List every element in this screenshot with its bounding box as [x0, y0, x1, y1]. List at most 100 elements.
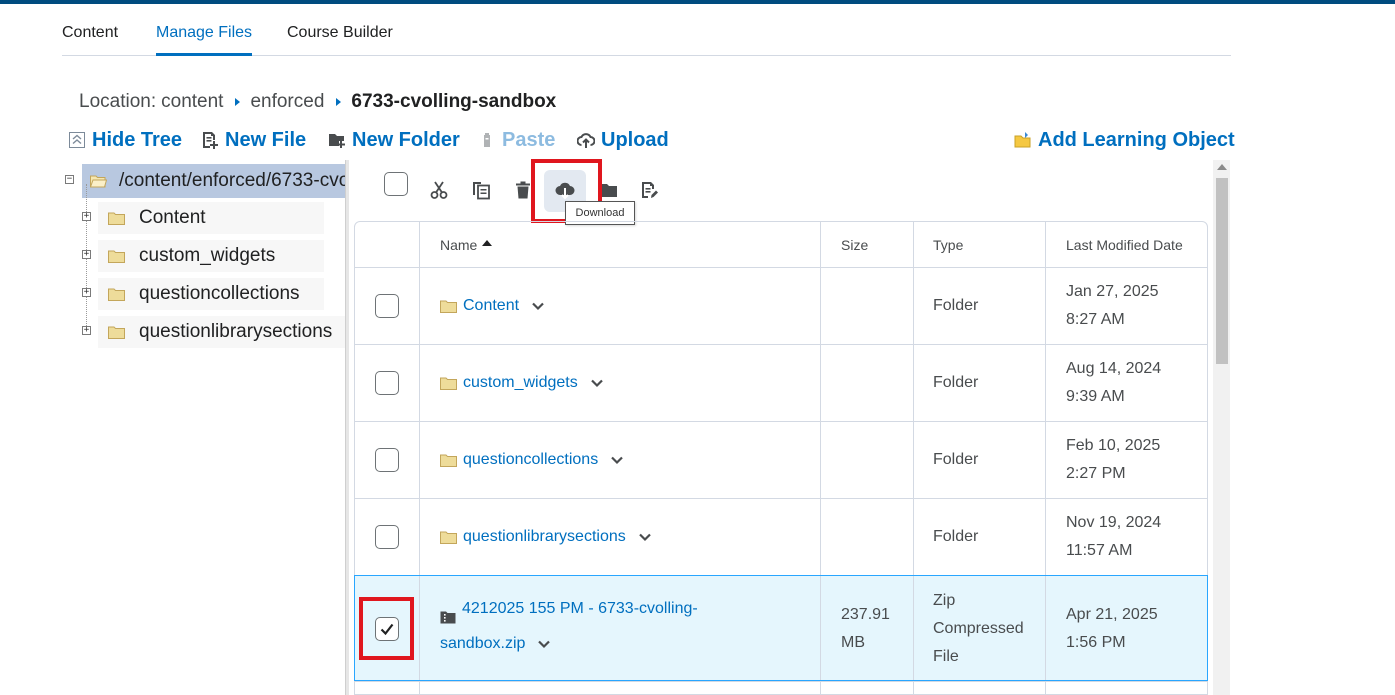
- file-type: Folder: [914, 268, 1046, 344]
- expand-node-icon[interactable]: +: [82, 326, 91, 335]
- table-row: questionlibrarysections Folder Nov 19, 2…: [355, 499, 1207, 576]
- column-header-type[interactable]: Type: [914, 222, 1046, 267]
- table-row: Content Folder Jan 27, 2025 8:27 AM: [355, 268, 1207, 345]
- collapse-node-icon[interactable]: −: [65, 175, 74, 184]
- row-checkbox[interactable]: [375, 448, 399, 472]
- expand-node-icon[interactable]: +: [82, 212, 91, 221]
- file-name-link[interactable]: questionlibrarysections: [463, 528, 626, 546]
- modified-date: Aug 14, 2024 9:39 AM: [1066, 360, 1162, 405]
- checkmark-icon: [380, 623, 394, 635]
- add-learning-object-button[interactable]: Add Learning Object: [1014, 127, 1235, 153]
- file-type: Folder: [914, 422, 1046, 498]
- delete-button[interactable]: [511, 176, 535, 204]
- tree-item-questionlibrarysections[interactable]: questionlibrarysections: [98, 316, 348, 348]
- paste-icon: [478, 131, 496, 149]
- column-header-modified[interactable]: Last Modified Date: [1046, 222, 1207, 267]
- breadcrumb-enforced[interactable]: enforced: [250, 91, 324, 113]
- folder-icon: [108, 250, 125, 263]
- scrollbar-thumb[interactable]: [1216, 178, 1228, 364]
- new-folder-button[interactable]: New Folder: [328, 127, 460, 153]
- top-brand-bar: [0, 0, 1395, 4]
- column-header-size[interactable]: Size: [821, 222, 914, 267]
- tree-item-label: custom_widgets: [139, 245, 276, 266]
- move-button[interactable]: [597, 176, 621, 204]
- row-checkbox[interactable]: [375, 525, 399, 549]
- new-folder-icon: [328, 131, 346, 149]
- tree-root-node[interactable]: /content/enforced/6733-cvolling-sandbox: [82, 164, 348, 198]
- download-icon: [555, 182, 575, 200]
- row-checkbox[interactable]: [375, 294, 399, 318]
- table-row: custom_widgets Folder Aug 14, 2024 9:39 A…: [355, 345, 1207, 422]
- tab-content[interactable]: Content: [62, 24, 118, 42]
- row-checkbox-checked[interactable]: [375, 616, 399, 641]
- hide-tree-button[interactable]: Hide Tree: [68, 127, 182, 153]
- tree-item-custom-widgets[interactable]: custom_widgets: [98, 240, 324, 272]
- file-size: [821, 422, 914, 498]
- upload-label: Upload: [601, 128, 669, 151]
- modified-date: Nov 19, 2024 11:57 AM: [1066, 514, 1162, 559]
- file-size: [821, 345, 914, 421]
- paste-button[interactable]: Paste: [478, 127, 555, 153]
- upload-cloud-icon: [577, 131, 595, 149]
- chevron-down-icon[interactable]: [638, 530, 652, 544]
- folder-icon: [440, 377, 457, 390]
- copy-button[interactable]: [469, 176, 493, 204]
- delete-icon: [516, 181, 530, 199]
- file-size: [821, 268, 914, 344]
- new-file-label: New File: [225, 128, 307, 151]
- file-type: Folder: [914, 345, 1046, 421]
- move-folder-icon: [601, 184, 617, 197]
- breadcrumb-separator-icon: [336, 98, 342, 106]
- upload-button[interactable]: Upload: [577, 127, 669, 153]
- file-name-link[interactable]: custom_widgets: [463, 374, 578, 392]
- cut-icon: [430, 181, 448, 199]
- zip-file-icon: [440, 603, 456, 623]
- chevron-down-icon[interactable]: [590, 376, 604, 390]
- open-folder-icon: [90, 175, 107, 188]
- new-file-button[interactable]: New File: [201, 127, 306, 153]
- column-header-name[interactable]: Name: [420, 222, 821, 267]
- tree-item-questioncollections[interactable]: questioncollections: [98, 278, 324, 310]
- expand-node-icon[interactable]: +: [82, 288, 91, 297]
- file-type: Folder: [914, 499, 1046, 575]
- select-all-checkbox[interactable]: [384, 172, 408, 196]
- file-name-link[interactable]: 4212025 155 PM - 6733-cvolling-: [462, 592, 698, 626]
- tree-item-content[interactable]: Content: [98, 202, 324, 234]
- files-table: Name Size Type Last Modified Date Conten…: [354, 221, 1208, 695]
- file-type: Zip Compressed File: [914, 576, 1046, 681]
- hide-tree-label: Hide Tree: [92, 128, 183, 151]
- modified-date: Feb 10, 2025 2:27 PM: [1066, 437, 1161, 482]
- cut-button[interactable]: [427, 176, 451, 204]
- folder-icon: [108, 212, 125, 225]
- table-row-selected: 4212025 155 PM - 6733-cvolling- sandbox.…: [355, 576, 1207, 682]
- collapse-tree-icon: [68, 131, 86, 149]
- tree-item-label: questioncollections: [139, 283, 300, 304]
- rename-button[interactable]: [637, 176, 661, 204]
- breadcrumb-current: 6733-cvolling-sandbox: [351, 91, 557, 112]
- row-checkbox[interactable]: [375, 371, 399, 395]
- folder-icon: [108, 288, 125, 301]
- new-folder-label: New Folder: [352, 128, 460, 151]
- breadcrumb-content[interactable]: content: [161, 91, 223, 113]
- chevron-down-icon[interactable]: [531, 299, 545, 313]
- tree-root-label: /content/enforced/6733-cvolling-sandbox: [119, 170, 348, 191]
- expand-node-icon[interactable]: +: [82, 250, 91, 259]
- file-name-link[interactable]: Content: [463, 297, 519, 315]
- chevron-down-icon[interactable]: [537, 637, 551, 651]
- tab-course-builder[interactable]: Course Builder: [287, 24, 393, 42]
- chevron-down-icon[interactable]: [610, 453, 624, 467]
- table-row: questioncollections Folder Feb 10, 2025 2…: [355, 422, 1207, 499]
- tab-bar: Content Manage Files Course Builder: [62, 14, 1231, 56]
- folder-icon: [440, 300, 457, 313]
- file-size: [821, 499, 914, 575]
- modified-date: Apr 21, 2025 1:56 PM: [1066, 605, 1158, 651]
- file-name-link[interactable]: questioncollections: [463, 451, 598, 469]
- file-name-link-continued[interactable]: sandbox.zip: [440, 627, 525, 661]
- table-header-row: Name Size Type Last Modified Date: [355, 222, 1207, 268]
- tab-manage-files[interactable]: Manage Files: [156, 24, 253, 56]
- tree-connector: [86, 184, 87, 334]
- pane-splitter[interactable]: [345, 160, 349, 695]
- modified-date: Jan 27, 2025 8:27 AM: [1066, 283, 1159, 328]
- scroll-up-icon[interactable]: [1217, 164, 1227, 170]
- copy-icon: [473, 182, 490, 200]
